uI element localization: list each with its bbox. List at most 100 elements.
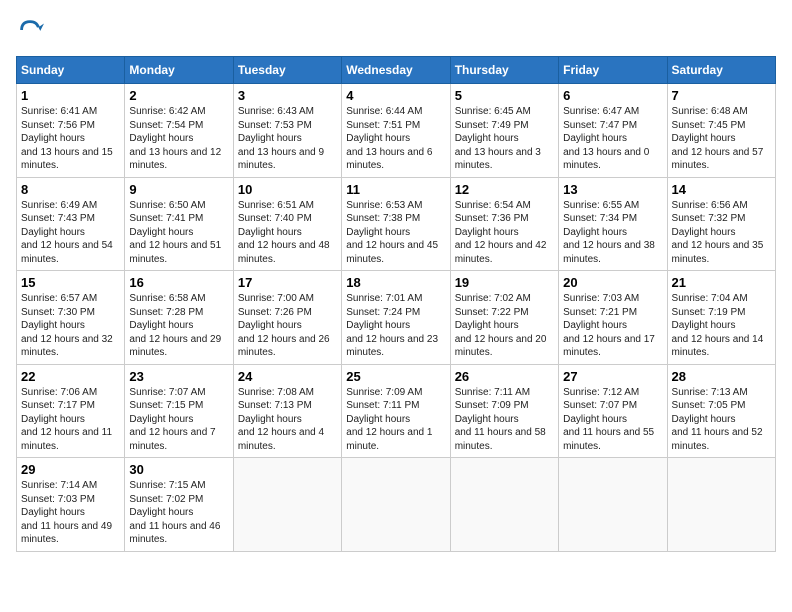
logo [16,16,48,44]
calendar-day-cell: 6 Sunrise: 6:47 AM Sunset: 7:47 PM Dayli… [559,84,667,178]
day-detail: Sunrise: 7:13 AM Sunset: 7:05 PM Dayligh… [672,386,771,454]
calendar-day-cell: 11 Sunrise: 6:53 AM Sunset: 7:38 PM Dayl… [342,177,450,271]
day-detail: Sunrise: 6:58 AM Sunset: 7:28 PM Dayligh… [129,292,228,360]
calendar-day-cell [559,458,667,552]
day-number: 21 [672,275,771,290]
day-number: 20 [563,275,662,290]
day-number: 15 [21,275,120,290]
day-detail: Sunrise: 7:12 AM Sunset: 7:07 PM Dayligh… [563,386,662,454]
col-header-tuesday: Tuesday [233,57,341,84]
day-number: 28 [672,369,771,384]
day-detail: Sunrise: 7:11 AM Sunset: 7:09 PM Dayligh… [455,386,554,454]
day-detail: Sunrise: 6:43 AM Sunset: 7:53 PM Dayligh… [238,105,337,173]
calendar-day-cell: 4 Sunrise: 6:44 AM Sunset: 7:51 PM Dayli… [342,84,450,178]
day-number: 16 [129,275,228,290]
day-number: 7 [672,88,771,103]
calendar-day-cell: 13 Sunrise: 6:55 AM Sunset: 7:34 PM Dayl… [559,177,667,271]
calendar-day-cell: 8 Sunrise: 6:49 AM Sunset: 7:43 PM Dayli… [17,177,125,271]
col-header-thursday: Thursday [450,57,558,84]
calendar-day-cell: 15 Sunrise: 6:57 AM Sunset: 7:30 PM Dayl… [17,271,125,365]
calendar-day-cell: 30 Sunrise: 7:15 AM Sunset: 7:02 PM Dayl… [125,458,233,552]
calendar-week-row: 22 Sunrise: 7:06 AM Sunset: 7:17 PM Dayl… [17,364,776,458]
calendar-day-cell: 16 Sunrise: 6:58 AM Sunset: 7:28 PM Dayl… [125,271,233,365]
calendar-day-cell [233,458,341,552]
calendar-day-cell: 21 Sunrise: 7:04 AM Sunset: 7:19 PM Dayl… [667,271,775,365]
day-number: 24 [238,369,337,384]
calendar-day-cell: 28 Sunrise: 7:13 AM Sunset: 7:05 PM Dayl… [667,364,775,458]
day-detail: Sunrise: 6:55 AM Sunset: 7:34 PM Dayligh… [563,199,662,267]
day-number: 2 [129,88,228,103]
col-header-monday: Monday [125,57,233,84]
calendar-day-cell: 2 Sunrise: 6:42 AM Sunset: 7:54 PM Dayli… [125,84,233,178]
day-number: 11 [346,182,445,197]
day-detail: Sunrise: 6:56 AM Sunset: 7:32 PM Dayligh… [672,199,771,267]
day-number: 23 [129,369,228,384]
day-number: 29 [21,462,120,477]
calendar-day-cell: 14 Sunrise: 6:56 AM Sunset: 7:32 PM Dayl… [667,177,775,271]
calendar-day-cell [667,458,775,552]
calendar-day-cell: 17 Sunrise: 7:00 AM Sunset: 7:26 PM Dayl… [233,271,341,365]
day-detail: Sunrise: 6:47 AM Sunset: 7:47 PM Dayligh… [563,105,662,173]
logo-icon [16,16,44,44]
calendar-day-cell [450,458,558,552]
calendar-day-cell: 18 Sunrise: 7:01 AM Sunset: 7:24 PM Dayl… [342,271,450,365]
day-detail: Sunrise: 7:09 AM Sunset: 7:11 PM Dayligh… [346,386,445,454]
day-detail: Sunrise: 7:07 AM Sunset: 7:15 PM Dayligh… [129,386,228,454]
day-detail: Sunrise: 7:01 AM Sunset: 7:24 PM Dayligh… [346,292,445,360]
day-detail: Sunrise: 6:51 AM Sunset: 7:40 PM Dayligh… [238,199,337,267]
day-number: 3 [238,88,337,103]
day-number: 17 [238,275,337,290]
calendar-day-cell: 12 Sunrise: 6:54 AM Sunset: 7:36 PM Dayl… [450,177,558,271]
day-number: 14 [672,182,771,197]
calendar-day-cell: 20 Sunrise: 7:03 AM Sunset: 7:21 PM Dayl… [559,271,667,365]
calendar-day-cell: 1 Sunrise: 6:41 AM Sunset: 7:56 PM Dayli… [17,84,125,178]
day-detail: Sunrise: 6:57 AM Sunset: 7:30 PM Dayligh… [21,292,120,360]
calendar-day-cell: 26 Sunrise: 7:11 AM Sunset: 7:09 PM Dayl… [450,364,558,458]
day-number: 9 [129,182,228,197]
day-detail: Sunrise: 7:06 AM Sunset: 7:17 PM Dayligh… [21,386,120,454]
calendar-day-cell: 3 Sunrise: 6:43 AM Sunset: 7:53 PM Dayli… [233,84,341,178]
day-detail: Sunrise: 6:42 AM Sunset: 7:54 PM Dayligh… [129,105,228,173]
day-number: 25 [346,369,445,384]
day-detail: Sunrise: 6:48 AM Sunset: 7:45 PM Dayligh… [672,105,771,173]
day-number: 13 [563,182,662,197]
day-detail: Sunrise: 6:49 AM Sunset: 7:43 PM Dayligh… [21,199,120,267]
calendar-day-cell: 10 Sunrise: 6:51 AM Sunset: 7:40 PM Dayl… [233,177,341,271]
day-detail: Sunrise: 7:14 AM Sunset: 7:03 PM Dayligh… [21,479,120,547]
day-detail: Sunrise: 6:53 AM Sunset: 7:38 PM Dayligh… [346,199,445,267]
day-detail: Sunrise: 7:02 AM Sunset: 7:22 PM Dayligh… [455,292,554,360]
col-header-friday: Friday [559,57,667,84]
day-detail: Sunrise: 7:15 AM Sunset: 7:02 PM Dayligh… [129,479,228,547]
day-number: 27 [563,369,662,384]
page-header [16,16,776,44]
day-number: 22 [21,369,120,384]
day-detail: Sunrise: 7:00 AM Sunset: 7:26 PM Dayligh… [238,292,337,360]
day-detail: Sunrise: 6:50 AM Sunset: 7:41 PM Dayligh… [129,199,228,267]
day-detail: Sunrise: 6:41 AM Sunset: 7:56 PM Dayligh… [21,105,120,173]
calendar-week-row: 29 Sunrise: 7:14 AM Sunset: 7:03 PM Dayl… [17,458,776,552]
day-detail: Sunrise: 6:44 AM Sunset: 7:51 PM Dayligh… [346,105,445,173]
calendar-day-cell: 9 Sunrise: 6:50 AM Sunset: 7:41 PM Dayli… [125,177,233,271]
calendar-day-cell: 19 Sunrise: 7:02 AM Sunset: 7:22 PM Dayl… [450,271,558,365]
day-number: 5 [455,88,554,103]
day-detail: Sunrise: 7:04 AM Sunset: 7:19 PM Dayligh… [672,292,771,360]
day-number: 18 [346,275,445,290]
calendar-table: SundayMondayTuesdayWednesdayThursdayFrid… [16,56,776,552]
day-number: 26 [455,369,554,384]
calendar-header-row: SundayMondayTuesdayWednesdayThursdayFrid… [17,57,776,84]
day-number: 8 [21,182,120,197]
calendar-day-cell: 23 Sunrise: 7:07 AM Sunset: 7:15 PM Dayl… [125,364,233,458]
day-number: 19 [455,275,554,290]
calendar-day-cell [342,458,450,552]
day-number: 10 [238,182,337,197]
day-number: 4 [346,88,445,103]
day-detail: Sunrise: 6:45 AM Sunset: 7:49 PM Dayligh… [455,105,554,173]
day-number: 6 [563,88,662,103]
day-detail: Sunrise: 6:54 AM Sunset: 7:36 PM Dayligh… [455,199,554,267]
col-header-sunday: Sunday [17,57,125,84]
day-number: 1 [21,88,120,103]
calendar-day-cell: 22 Sunrise: 7:06 AM Sunset: 7:17 PM Dayl… [17,364,125,458]
day-number: 12 [455,182,554,197]
calendar-day-cell: 7 Sunrise: 6:48 AM Sunset: 7:45 PM Dayli… [667,84,775,178]
calendar-day-cell: 5 Sunrise: 6:45 AM Sunset: 7:49 PM Dayli… [450,84,558,178]
